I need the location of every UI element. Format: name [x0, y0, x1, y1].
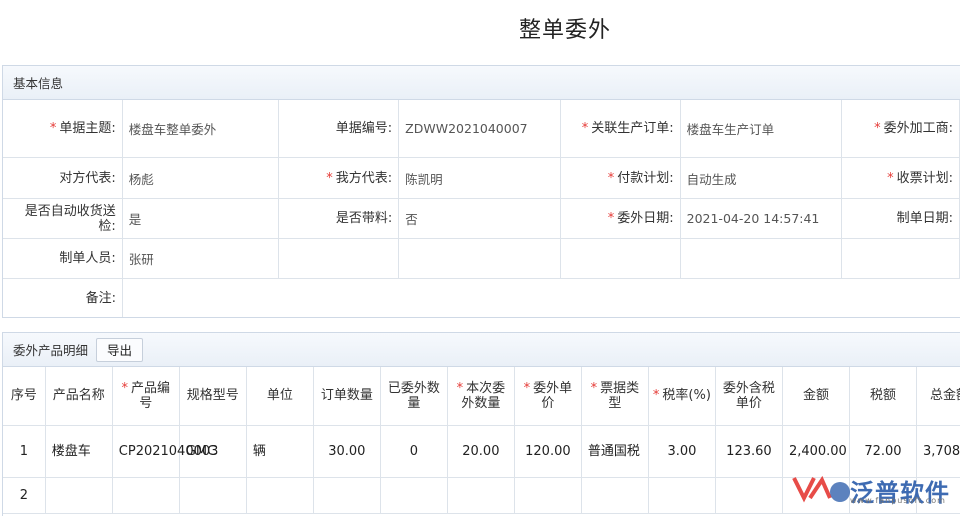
watermark: 泛普软件 www.fanpusoft.com: [790, 466, 960, 514]
watermark-url: www.fanpusoft.com: [850, 496, 946, 505]
info-row-3: 是否自动收货送检: 是 是否带料: 否 * 委外日期: 2021-04-20 14…: [3, 199, 960, 239]
column-header: * 本次委外数量: [447, 367, 515, 426]
table-cell[interactable]: 2: [3, 477, 46, 514]
column-header: 已委外数量: [380, 367, 448, 426]
column-header: 税额: [849, 367, 917, 426]
remark-field[interactable]: [123, 279, 960, 317]
counterpart-rep-label: 对方代表:: [3, 158, 123, 198]
column-header: 委外含税单价: [715, 367, 783, 426]
our-rep-label: * 我方代表:: [279, 158, 400, 198]
table-cell[interactable]: 20.00: [447, 425, 515, 478]
basic-info-section: 基本信息 * 单据主题: 楼盘车整单委外 单据编号: ZDWW2021040007…: [2, 65, 960, 318]
column-header: * 委外单价: [514, 367, 582, 426]
required-mark: *: [590, 380, 598, 396]
detail-header: 委外产品明细 导出: [3, 333, 960, 367]
table-cell[interactable]: [581, 477, 649, 514]
column-header: 单位: [246, 367, 314, 426]
table-cell[interactable]: [715, 477, 783, 514]
column-header: * 票据类型: [581, 367, 649, 426]
empty-cell: [842, 239, 960, 278]
invoice-plan-label: * 收票计划:: [842, 158, 960, 198]
table-cell[interactable]: 3.00: [648, 425, 716, 478]
table-cell[interactable]: [179, 477, 247, 514]
export-button[interactable]: 导出: [96, 337, 144, 362]
table-cell[interactable]: [514, 477, 582, 514]
brand-logo-icon: [790, 468, 850, 512]
table-cell[interactable]: 30.00: [313, 425, 381, 478]
subject-label: * 单据主题:: [3, 100, 123, 157]
auto-receive-label: 是否自动收货送检:: [3, 199, 123, 238]
table-cell[interactable]: [45, 477, 113, 514]
required-mark: *: [652, 388, 660, 404]
processor-label: * 委外加工商:: [842, 100, 960, 157]
empty-cell: [561, 239, 681, 278]
outsource-date-label: * 委外日期:: [561, 199, 681, 238]
empty-cell: [681, 239, 843, 278]
outsource-date-field[interactable]: 2021-04-20 14:57:41: [681, 199, 843, 238]
creator-label: 制单人员:: [3, 239, 123, 278]
required-mark: *: [523, 380, 531, 396]
required-mark: *: [49, 121, 57, 136]
table-cell[interactable]: [648, 477, 716, 514]
auto-receive-field[interactable]: 是: [123, 199, 280, 238]
info-row-1: * 单据主题: 楼盘车整单委外 单据编号: ZDWW2021040007 * 关联生…: [3, 100, 960, 158]
creator-field[interactable]: 张研: [123, 239, 280, 278]
our-rep-field[interactable]: 陈凯明: [399, 158, 561, 198]
required-mark: *: [121, 380, 129, 396]
table-cell[interactable]: GMC: [179, 425, 247, 478]
table-cell[interactable]: 1: [3, 425, 46, 478]
required-mark: *: [456, 380, 464, 396]
with-material-label: 是否带料:: [279, 199, 400, 238]
page-title: 整单委外: [518, 18, 611, 43]
table-cell[interactable]: 0: [380, 425, 448, 478]
basic-info-grid: * 单据主题: 楼盘车整单委外 单据编号: ZDWW2021040007 * 关联生…: [3, 100, 960, 317]
subject-field[interactable]: 楼盘车整单委外: [123, 100, 280, 157]
required-mark: *: [874, 121, 881, 136]
empty-cell: [399, 239, 561, 278]
table-cell[interactable]: [246, 477, 314, 514]
counterpart-rep-field[interactable]: 杨彪: [123, 158, 280, 198]
required-mark: *: [887, 170, 894, 186]
column-header: * 产品编号: [112, 367, 180, 426]
required-mark: *: [607, 211, 615, 226]
table-cell[interactable]: [313, 477, 381, 514]
table-cell[interactable]: CP2021040003: [112, 425, 218, 478]
column-header: 金额: [782, 367, 850, 426]
table-cell[interactable]: [447, 477, 515, 514]
column-header: 规格型号: [179, 367, 247, 426]
basic-info-header: 基本信息: [3, 66, 960, 100]
info-row-2: 对方代表: 杨彪 * 我方代表: 陈凯明 * 付款计划: 自动生成 * 收票计划:: [3, 158, 960, 199]
create-date-label: 制单日期:: [842, 199, 960, 238]
column-header: 订单数量: [313, 367, 381, 426]
required-mark: *: [607, 170, 615, 186]
production-order-label: * 关联生产订单:: [561, 100, 681, 157]
info-row-remark: 备注:: [3, 279, 960, 317]
table-cell[interactable]: 辆: [246, 425, 314, 478]
table-cell[interactable]: 楼盘车: [45, 425, 113, 478]
production-order-field[interactable]: 楼盘车生产订单: [681, 100, 843, 157]
table-cell[interactable]: 普通国税: [581, 425, 649, 478]
payment-plan-field[interactable]: 自动生成: [681, 158, 843, 198]
column-header: 产品名称: [45, 367, 113, 426]
table-cell[interactable]: 120.00: [514, 425, 582, 478]
required-mark: *: [581, 121, 589, 136]
column-header: 总金额: [916, 367, 960, 426]
with-material-field[interactable]: 否: [399, 199, 561, 238]
table-cell[interactable]: [112, 477, 180, 514]
doc-number-label: 单据编号:: [279, 100, 400, 157]
doc-number-field[interactable]: ZDWW2021040007: [399, 100, 561, 157]
required-mark: *: [326, 170, 333, 186]
detail-title: 委外产品明细: [13, 343, 89, 358]
payment-plan-label: * 付款计划:: [561, 158, 681, 198]
info-row-4: 制单人员: 张研: [3, 239, 960, 279]
empty-cell: [279, 239, 400, 278]
table-cell[interactable]: [380, 477, 448, 514]
table-header-row: 序号 产品名称 * 产品编号 规格型号 单位 订单数量 已委外数量 * 本次委外数量 * 委外单价 * 票…: [3, 367, 960, 426]
column-header: 序号: [3, 367, 46, 426]
remark-label: 备注:: [3, 279, 123, 317]
column-header: * 税率(%): [648, 367, 716, 426]
table-cell[interactable]: 123.60: [715, 425, 783, 478]
